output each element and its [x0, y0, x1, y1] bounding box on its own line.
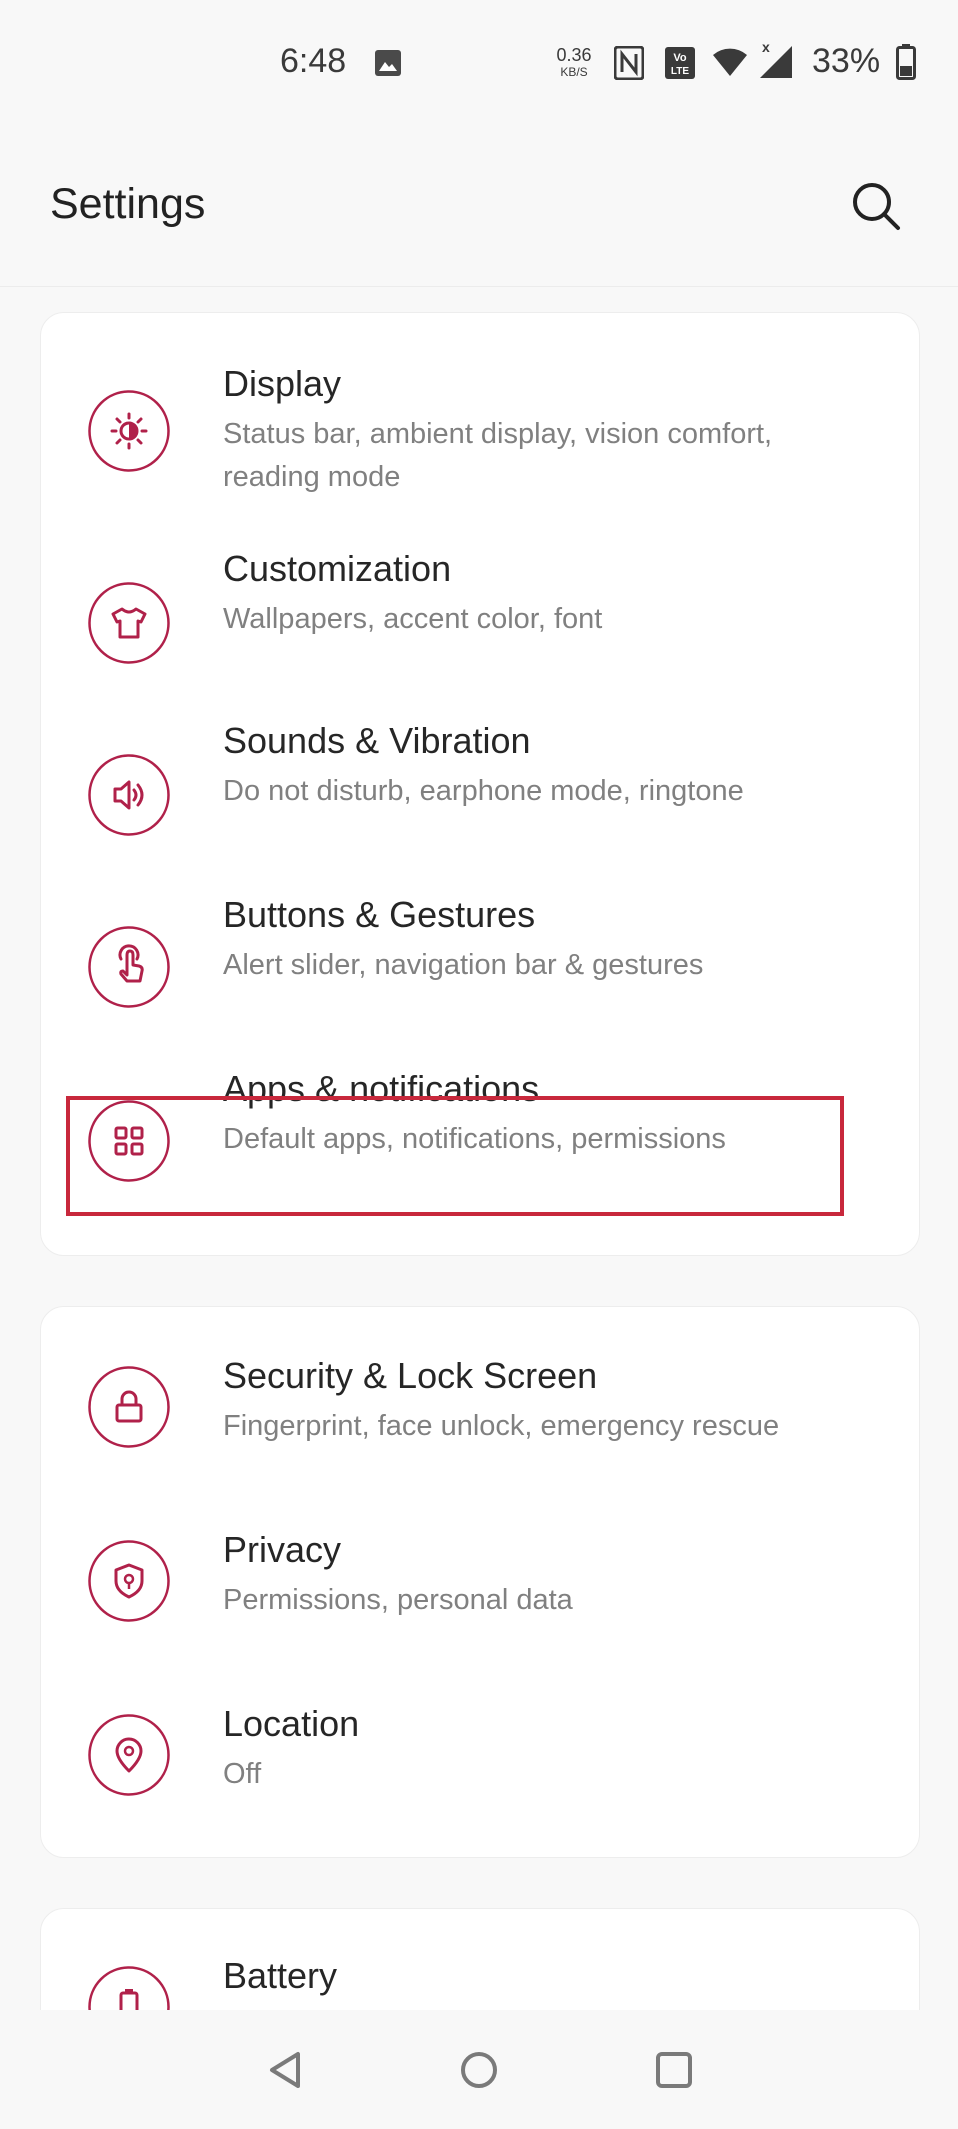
gallery-icon: [375, 50, 401, 76]
location-pin-icon: [88, 1714, 170, 1796]
page-title: Settings: [50, 180, 206, 228]
svg-text:x: x: [762, 39, 770, 55]
recents-icon[interactable]: [650, 2046, 698, 2094]
privacy-shield-icon: [88, 1540, 170, 1622]
settings-item-sounds-vibration[interactable]: Sounds & Vibration Do not disturb, earph…: [41, 685, 919, 859]
network-speed-unit: KB/S: [560, 65, 588, 79]
settings-item-title: Location: [223, 1703, 360, 1744]
settings-item-title: Display: [223, 363, 342, 404]
settings-item-subtitle: Alert slider, navigation bar & gestures: [223, 949, 704, 981]
settings-item-location[interactable]: Location Off: [41, 1657, 919, 1833]
tshirt-icon: [88, 582, 170, 664]
highlight-box: [66, 1096, 844, 1216]
network-speed-value: 0.36: [556, 45, 592, 65]
settings-item-subtitle: Wallpapers, accent color, font: [223, 603, 603, 635]
settings-item-subtitle: Off: [223, 1758, 262, 1790]
back-icon[interactable]: [262, 2046, 310, 2094]
gesture-hand-icon: [88, 926, 170, 1008]
signal-icon: x: [760, 39, 792, 78]
settings-item-title: Battery: [223, 1955, 338, 1996]
settings-item-display[interactable]: Display Status bar, ambient display, vis…: [41, 313, 919, 513]
home-icon[interactable]: [455, 2046, 503, 2094]
navigation-bar: [0, 2010, 958, 2129]
battery-icon: [896, 44, 916, 80]
app-header: Settings: [0, 130, 958, 287]
settings-item-customization[interactable]: Customization Wallpapers, accent color, …: [41, 513, 919, 685]
status-time: 6:48: [280, 42, 347, 80]
settings-item-subtitle: Do not disturb, earphone mode, ringtone: [223, 775, 744, 807]
settings-item-title: Customization: [223, 548, 452, 589]
lock-icon: [88, 1366, 170, 1448]
volte-icon: Vo LTE: [665, 47, 695, 79]
settings-item-title: Privacy: [223, 1529, 342, 1570]
settings-item-title: Security & Lock Screen: [223, 1355, 598, 1396]
settings-item-subtitle: Permissions, personal data: [223, 1584, 573, 1616]
settings-item-security-lock-screen[interactable]: Security & Lock Screen Fingerprint, face…: [41, 1307, 919, 1483]
network-speed: 0.36 KB/S: [552, 46, 596, 78]
settings-item-title: Sounds & Vibration: [223, 720, 531, 761]
settings-item-title: Buttons & Gestures: [223, 894, 536, 935]
wifi-icon: [713, 48, 747, 76]
settings-item-subtitle: Fingerprint, face unlock, emergency resc…: [223, 1410, 780, 1442]
search-icon[interactable]: [846, 176, 906, 236]
status-bar: 6:48 0.36 KB/S Vo LTE x 33%: [0, 0, 958, 130]
settings-item-subtitle: Status bar, ambient display, vision comf…: [223, 418, 773, 493]
settings-screen: 6:48 0.36 KB/S Vo LTE x 33% Settings Dis…: [0, 0, 958, 2129]
svg-text:LTE: LTE: [671, 66, 689, 77]
speaker-icon: [88, 754, 170, 836]
battery-percent: 33%: [812, 42, 881, 80]
brightness-icon: [88, 390, 170, 472]
settings-item-buttons-gestures[interactable]: Buttons & Gestures Alert slider, navigat…: [41, 859, 919, 1033]
svg-text:Vo: Vo: [673, 52, 687, 64]
settings-item-privacy[interactable]: Privacy Permissions, personal data: [41, 1483, 919, 1657]
settings-group-security: Security & Lock Screen Fingerprint, face…: [40, 1306, 920, 1858]
nfc-icon: [614, 46, 644, 80]
